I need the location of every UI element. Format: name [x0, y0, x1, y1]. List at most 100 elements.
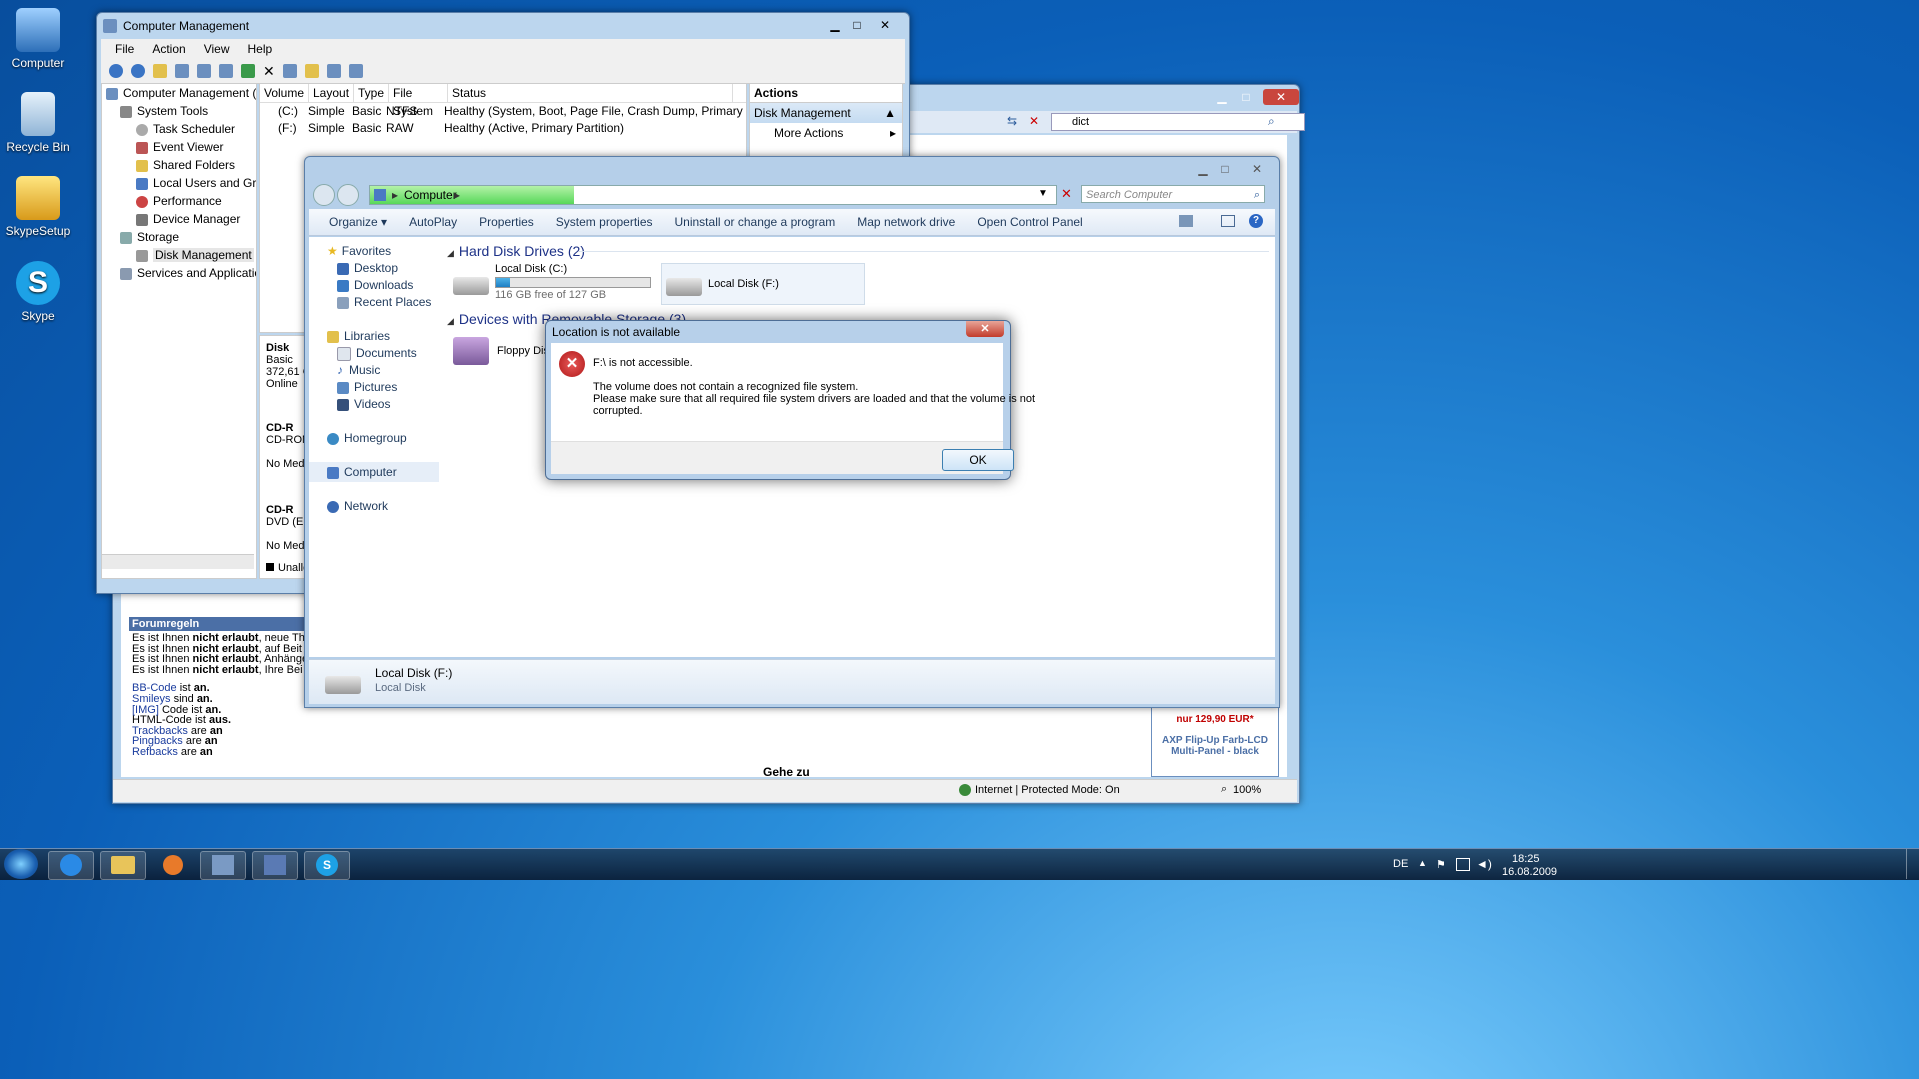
minimize-button[interactable]: ▁ — [823, 17, 847, 33]
actions-section-disk-management[interactable]: Disk Management ▲ — [750, 103, 902, 123]
help-icon[interactable] — [197, 64, 211, 78]
nav-network[interactable]: Network — [309, 496, 439, 516]
menu-action[interactable]: Action — [152, 39, 185, 59]
collapse-icon[interactable]: ▲ — [884, 103, 896, 123]
column-file-system[interactable]: File System — [389, 84, 448, 118]
clock-time[interactable]: 18:25 — [1512, 853, 1540, 865]
forum-code-setting[interactable]: Refbacks are an — [132, 746, 309, 758]
explorer-search-input[interactable]: Search Computer ⌕ — [1081, 185, 1265, 203]
organize-button[interactable]: Organize ▾ — [329, 215, 387, 229]
show-hide-action-pane-icon[interactable] — [219, 64, 233, 78]
show-desktop-button[interactable] — [1906, 849, 1919, 879]
zoom-level[interactable]: 100% — [1233, 784, 1261, 796]
back-icon[interactable] — [109, 64, 123, 78]
tree-local-users[interactable]: Local Users and Groups — [102, 174, 256, 192]
drive-f-item[interactable]: Local Disk (F:) — [661, 263, 865, 305]
properties-icon[interactable] — [282, 64, 297, 78]
ad-banner[interactable]: nur 129,90 EUR* AXP Flip-Up Farb-LCD Mul… — [1151, 705, 1279, 777]
properties-button[interactable]: Properties — [479, 215, 534, 229]
clock-date[interactable]: 16.08.2009 — [1502, 866, 1557, 878]
uninstall-program-button[interactable]: Uninstall or change a program — [675, 215, 836, 229]
preview-pane-icon[interactable] — [1221, 215, 1235, 227]
taskbar-computer-management[interactable] — [252, 851, 298, 880]
menu-view[interactable]: View — [204, 39, 230, 59]
show-hide-tree-icon[interactable] — [175, 64, 189, 78]
delete-icon[interactable]: ✕ — [263, 63, 275, 80]
up-folder-icon[interactable] — [153, 64, 167, 78]
stop-icon[interactable]: ✕ — [1061, 186, 1072, 202]
system-properties-button[interactable]: System properties — [556, 215, 653, 229]
drive-c-item[interactable]: Local Disk (C:) 116 GB free of 127 GB — [451, 263, 661, 303]
table-row[interactable]: (C:) Simple Basic NTFS Healthy (System, … — [260, 103, 746, 120]
nav-computer[interactable]: Computer — [309, 462, 439, 482]
breadcrumb-computer[interactable]: Computer — [404, 188, 457, 202]
refresh-icon[interactable] — [241, 64, 255, 78]
close-button[interactable]: ✕ — [873, 17, 897, 33]
menu-file[interactable]: File — [115, 39, 134, 59]
ok-button[interactable]: OK — [942, 449, 1014, 471]
nav-homegroup[interactable]: Homegroup — [309, 428, 439, 448]
minimize-button[interactable]: ▁ — [1210, 89, 1234, 105]
action-center-icon[interactable]: ⚑ — [1436, 858, 1446, 871]
nav-videos[interactable]: Videos — [309, 394, 439, 414]
open-control-panel-button[interactable]: Open Control Panel — [977, 215, 1082, 229]
show-hidden-icons-icon[interactable]: ▲ — [1418, 858, 1427, 868]
volume-icon[interactable]: ◄) — [1476, 857, 1492, 871]
stop-icon[interactable]: ✕ — [1029, 114, 1039, 128]
refresh-icon[interactable]: ⇆ — [1007, 114, 1017, 128]
tree-horizontal-scrollbar[interactable] — [102, 554, 254, 569]
tree-disk-management[interactable]: Disk Management — [102, 246, 256, 264]
group-hard-disk-drives[interactable]: ◢ Hard Disk Drives (2) — [447, 243, 585, 259]
tree-root[interactable]: Computer Management (Local — [102, 84, 256, 102]
tree-services-apps[interactable]: Services and Applications — [102, 264, 256, 282]
autoplay-button[interactable]: AutoPlay — [409, 215, 457, 229]
forward-icon[interactable] — [131, 64, 145, 78]
search-icon[interactable]: ⌕ — [1254, 186, 1260, 204]
minimize-button[interactable]: ▁ — [1191, 161, 1215, 177]
search-icon[interactable]: ⌕ — [1268, 114, 1275, 129]
more-actions-item[interactable]: More Actions ▸ — [750, 123, 902, 143]
help-icon[interactable]: ? — [1249, 214, 1263, 228]
menu-help[interactable]: Help — [248, 39, 273, 59]
taskbar-control-panel[interactable] — [200, 851, 246, 880]
address-bar[interactable]: ▸ Computer ▸ ▼ — [369, 185, 1057, 205]
start-button[interactable] — [4, 849, 38, 879]
taskbar-explorer[interactable] — [100, 851, 146, 880]
column-volume[interactable]: Volume — [260, 84, 309, 102]
desktop-icon-skype[interactable]: S Skype — [0, 261, 78, 323]
taskbar-skype[interactable]: S — [304, 851, 350, 880]
address-dropdown-icon[interactable]: ▼ — [1038, 188, 1048, 199]
tree-event-viewer[interactable]: Event Viewer — [102, 138, 256, 156]
column-type[interactable]: Type — [354, 84, 389, 102]
forward-button[interactable] — [337, 184, 359, 206]
settings-icon[interactable] — [348, 64, 363, 78]
network-icon[interactable] — [1456, 858, 1470, 871]
map-network-drive-button[interactable]: Map network drive — [857, 215, 955, 229]
tree-shared-folders[interactable]: Shared Folders — [102, 156, 256, 174]
maximize-button[interactable]: □ — [845, 17, 869, 33]
column-status[interactable]: Status — [448, 84, 733, 102]
table-row[interactable]: (F:) Simple Basic RAW Healthy (Active, P… — [260, 120, 746, 137]
desktop-icon-recycle-bin[interactable]: Recycle Bin — [0, 92, 78, 154]
taskbar-media-player[interactable] — [150, 851, 196, 880]
tree-device-manager[interactable]: Device Manager — [102, 210, 256, 228]
back-button[interactable] — [313, 184, 335, 206]
tree-storage[interactable]: Storage — [102, 228, 256, 246]
close-button[interactable]: ✕ — [1263, 89, 1299, 105]
close-button[interactable]: ✕ — [1245, 161, 1269, 177]
tree-system-tools[interactable]: System Tools — [102, 102, 256, 120]
language-indicator[interactable]: DE — [1393, 858, 1408, 870]
column-layout[interactable]: Layout — [309, 84, 354, 102]
maximize-button[interactable]: □ — [1213, 161, 1237, 177]
tree-performance[interactable]: Performance — [102, 192, 256, 210]
desktop-icon-skypesetup[interactable]: SkypeSetup — [0, 176, 78, 238]
open-icon[interactable] — [304, 64, 319, 78]
taskbar-internet-explorer[interactable] — [48, 851, 94, 880]
close-button[interactable]: ✕ — [966, 321, 1004, 337]
tree-task-scheduler[interactable]: Task Scheduler — [102, 120, 256, 138]
browser-search-input[interactable]: dict — [1051, 113, 1305, 131]
desktop-icon-computer[interactable]: Computer — [0, 8, 78, 70]
maximize-button[interactable]: □ — [1234, 89, 1258, 105]
nav-recent-places[interactable]: Recent Places — [309, 292, 439, 312]
view-options-icon[interactable] — [1179, 215, 1193, 227]
